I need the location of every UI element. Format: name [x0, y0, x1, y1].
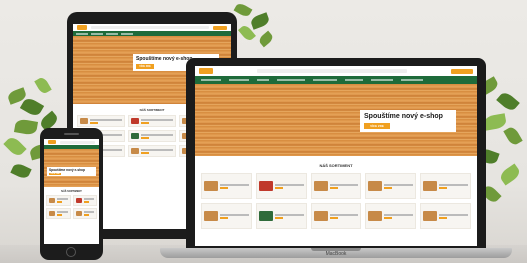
site-header — [73, 24, 231, 31]
phone-home-button[interactable] — [66, 247, 76, 257]
nav-item[interactable] — [401, 79, 423, 81]
nav-item[interactable] — [106, 32, 118, 35]
product-card[interactable] — [46, 208, 71, 219]
nav-item[interactable] — [229, 79, 249, 81]
nav-item[interactable] — [121, 32, 133, 35]
product-card[interactable] — [310, 173, 362, 199]
product-card[interactable] — [420, 203, 471, 229]
search-input[interactable] — [257, 69, 407, 73]
section-title: NÁŠ SORTIMENT — [319, 163, 353, 168]
site-header — [195, 66, 477, 76]
product-card[interactable] — [420, 173, 471, 199]
laptop-screen: Spouštíme nový e-shop VÍCE ZDE NÁŠ SORTI… — [195, 66, 477, 246]
nav-item[interactable] — [257, 79, 269, 81]
product-grid — [195, 173, 477, 229]
logo — [77, 25, 87, 30]
search-input[interactable] — [60, 140, 95, 144]
product-card[interactable] — [255, 203, 307, 229]
hero-banner: Spouštíme nový e-shop VÍCE ZDE — [44, 149, 99, 187]
product-card[interactable] — [128, 145, 176, 157]
hero-title: Spouštíme nový e-shop — [364, 113, 443, 120]
product-card[interactable] — [310, 203, 362, 229]
nav-item[interactable] — [345, 79, 363, 81]
laptop-brand-label: MacBook — [325, 251, 347, 257]
product-card[interactable] — [255, 173, 307, 199]
nav-item[interactable] — [313, 79, 337, 81]
section-title: NÁŠ SORTIMENT — [61, 190, 82, 193]
product-card[interactable] — [77, 115, 125, 127]
hero-banner: Spouštíme nový e-shop VÍCE ZDE — [195, 84, 477, 156]
nav-item[interactable] — [91, 32, 103, 35]
cart-button[interactable] — [451, 68, 473, 74]
phone-speaker — [64, 133, 79, 135]
hero-card: Spouštíme nový e-shop VÍCE ZDE — [47, 167, 96, 176]
cart-button[interactable] — [213, 25, 227, 30]
logo — [199, 68, 213, 74]
logo — [48, 140, 56, 144]
hero-button[interactable]: VÍCE ZDE — [49, 173, 61, 175]
nav-item[interactable] — [201, 79, 221, 81]
nav-item[interactable] — [371, 79, 393, 81]
nav-item[interactable] — [76, 32, 88, 35]
product-card[interactable] — [365, 173, 417, 199]
product-card[interactable] — [128, 115, 176, 127]
product-card[interactable] — [128, 130, 176, 142]
phone-screen: Spouštíme nový e-shop VÍCE ZDE NÁŠ SORTI… — [44, 139, 99, 244]
nav-bar — [195, 76, 477, 84]
product-card[interactable] — [46, 195, 71, 206]
product-card[interactable] — [72, 195, 97, 206]
search-input[interactable] — [91, 26, 209, 29]
mockup-scene: Spouštíme nový e-shop VÍCE ZDE NÁŠ SORTI… — [0, 0, 527, 263]
hero-card: Spouštíme nový e-shop VÍCE ZDE — [360, 110, 456, 132]
hero-button[interactable]: VÍCE ZDE — [136, 64, 154, 69]
nav-item[interactable] — [277, 79, 305, 81]
hero-button[interactable]: VÍCE ZDE — [364, 123, 390, 129]
product-card[interactable] — [201, 203, 252, 229]
product-card[interactable] — [72, 208, 97, 219]
hero-title: Spouštíme nový e-shop — [49, 168, 85, 172]
laptop-device: Spouštíme nový e-shop VÍCE ZDE NÁŠ SORTI… — [186, 58, 486, 250]
product-card[interactable] — [201, 173, 252, 199]
phone-device: Spouštíme nový e-shop VÍCE ZDE NÁŠ SORTI… — [40, 128, 103, 260]
product-card[interactable] — [365, 203, 417, 229]
product-grid — [44, 195, 99, 219]
